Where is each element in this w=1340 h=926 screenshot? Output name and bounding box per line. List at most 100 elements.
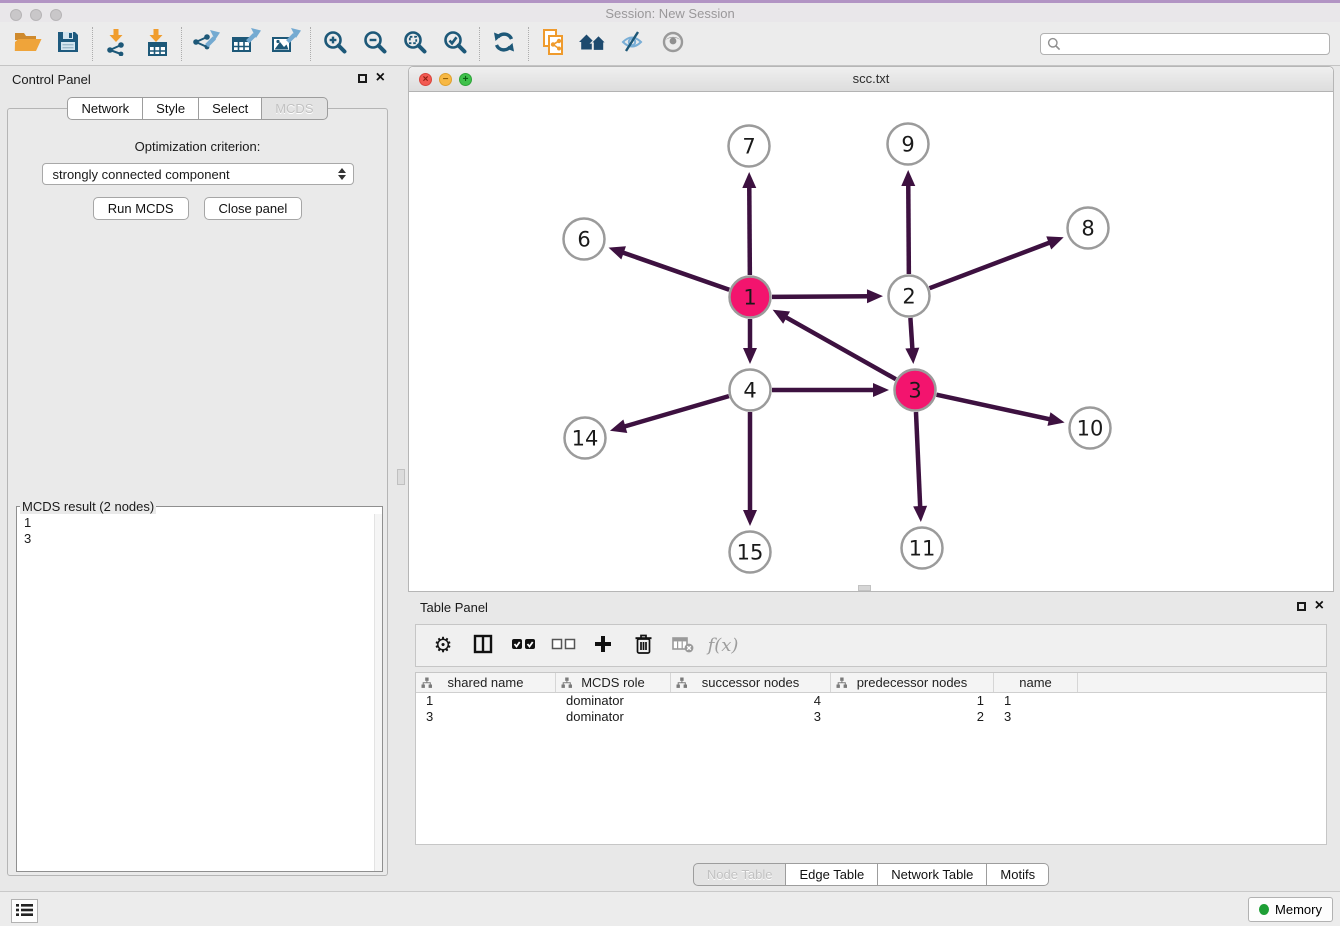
graph-node-14[interactable]: 14 (565, 418, 606, 459)
float-table-panel-icon[interactable] (1297, 602, 1306, 611)
export-network-button[interactable] (186, 25, 226, 63)
toolbar-separator (92, 27, 93, 61)
show-columns-button[interactable] (468, 629, 498, 663)
clone-network-button[interactable] (533, 25, 573, 63)
clone-network-icon (540, 28, 566, 59)
graph-node-15[interactable]: 15 (730, 532, 771, 573)
tab-network-table[interactable]: Network Table (878, 863, 987, 886)
delete-column-button[interactable] (628, 629, 658, 663)
graph-node-8[interactable]: 8 (1068, 208, 1109, 249)
import-table-button[interactable] (137, 25, 177, 63)
network-window-title: scc.txt (409, 71, 1333, 86)
hide-eye-button[interactable] (613, 25, 653, 63)
control-panel: Control Panel × NetworkStyleSelectMCDS O… (0, 66, 395, 891)
graph-node-7[interactable]: 7 (729, 126, 770, 167)
table-cell[interactable]: 1 (831, 693, 994, 709)
graph-node-1[interactable]: 1 (730, 277, 771, 318)
table-row[interactable]: 3dominator323 (416, 709, 1326, 725)
graph-edge-3-10[interactable] (936, 395, 1064, 426)
import-network-icon (103, 28, 131, 59)
column-header-successor-nodes[interactable]: successor nodes (671, 673, 831, 692)
task-history-button[interactable] (11, 899, 38, 923)
graph-edge-1-4[interactable] (743, 319, 757, 364)
table-cell[interactable]: 1 (416, 693, 556, 709)
zoom-fit-button[interactable] (395, 25, 435, 63)
zoom-out-button[interactable] (355, 25, 395, 63)
tab-edge-table[interactable]: Edge Table (786, 863, 878, 886)
graph-node-11[interactable]: 11 (902, 528, 943, 569)
canvas-bottom-grip[interactable] (858, 585, 871, 591)
unselect-all-columns-button[interactable] (548, 629, 578, 663)
graph-edge-2-3[interactable] (905, 318, 919, 364)
graph-edge-1-7[interactable] (742, 172, 756, 275)
column-header-predecessor-nodes[interactable]: predecessor nodes (831, 673, 994, 692)
svg-text:4: 4 (743, 379, 756, 403)
apply-function-button[interactable]: f(x) (708, 629, 738, 663)
memory-button[interactable]: Memory (1248, 897, 1333, 922)
eye-slash-icon (618, 29, 648, 58)
graph-node-4[interactable]: 4 (730, 370, 771, 411)
tab-style[interactable]: Style (143, 97, 199, 120)
table-cell[interactable]: 3 (416, 709, 556, 725)
tab-mcds[interactable]: MCDS (262, 97, 327, 120)
import-network-button[interactable] (97, 25, 137, 63)
graph-edge-1-6[interactable] (609, 246, 730, 289)
refresh-layout-button[interactable] (484, 25, 524, 63)
export-table-button[interactable] (226, 25, 266, 63)
graph-edge-4-15[interactable] (743, 412, 757, 526)
graph-node-3[interactable]: 3 (895, 370, 936, 411)
delete-table-button[interactable] (668, 629, 698, 663)
graph-edge-1-2[interactable] (772, 289, 883, 303)
save-session-button[interactable] (48, 25, 88, 63)
graph-node-6[interactable]: 6 (564, 219, 605, 260)
graph-node-2[interactable]: 2 (889, 276, 930, 317)
table-cell[interactable]: 3 (671, 709, 831, 725)
zoom-in-button[interactable] (315, 25, 355, 63)
table-cell[interactable]: 1 (994, 693, 1078, 709)
graph-edge-4-14[interactable] (610, 396, 729, 433)
create-column-button[interactable] (588, 629, 618, 663)
tab-motifs[interactable]: Motifs (987, 863, 1049, 886)
graph-node-9[interactable]: 9 (888, 124, 929, 165)
plus-icon (593, 634, 613, 657)
zoom-selected-button[interactable] (435, 25, 475, 63)
column-header-MCDS-role[interactable]: MCDS role (556, 673, 671, 692)
splitter-grip[interactable] (397, 469, 405, 485)
run-mcds-button[interactable]: Run MCDS (93, 197, 189, 220)
select-all-columns-button[interactable] (508, 629, 538, 663)
mcds-result-text[interactable]: 1 3 (17, 514, 382, 548)
result-scrollbar[interactable] (374, 514, 382, 871)
optimization-criterion-dropdown[interactable]: strongly connected component (42, 163, 354, 185)
graph-node-10[interactable]: 10 (1070, 408, 1111, 449)
table-cell[interactable]: dominator (556, 693, 671, 709)
table-cell[interactable]: dominator (556, 709, 671, 725)
graph-edge-2-8[interactable] (930, 236, 1064, 288)
search-input[interactable] (1040, 33, 1330, 55)
column-header-name[interactable]: name (994, 673, 1078, 692)
table-settings-button[interactable]: ⚙ (428, 629, 458, 663)
graph-edge-3-1[interactable] (773, 310, 896, 379)
tab-node-table[interactable]: Node Table (693, 863, 787, 886)
table-cell[interactable]: 3 (994, 709, 1078, 725)
table-cell[interactable]: 2 (831, 709, 994, 725)
tab-select[interactable]: Select (199, 97, 262, 120)
table-row[interactable]: 1dominator411 (416, 693, 1326, 709)
network-canvas[interactable]: 1 2 3 4 6 7 8 9 10 11 14 15 (409, 92, 1333, 591)
close-table-panel-icon[interactable]: × (1315, 601, 1324, 611)
float-panel-icon[interactable] (358, 74, 367, 83)
tab-network[interactable]: Network (67, 97, 143, 120)
graph-edge-4-3[interactable] (772, 383, 889, 397)
open-session-button[interactable] (8, 25, 48, 63)
export-image-button[interactable] (266, 25, 306, 63)
close-panel-icon[interactable]: × (376, 73, 385, 83)
show-eye-button[interactable] (653, 25, 693, 63)
graph-edge-2-9[interactable] (901, 170, 915, 274)
dropdown-stepper-icon (338, 168, 346, 180)
table-cell[interactable]: 4 (671, 693, 831, 709)
graph-edge-3-11[interactable] (913, 412, 927, 522)
column-header-shared-name[interactable]: shared name (416, 673, 556, 692)
vertical-splitter[interactable] (395, 66, 408, 891)
mcds-result-box: MCDS result (2 nodes) 1 3 (16, 499, 383, 872)
close-panel-button[interactable]: Close panel (204, 197, 303, 220)
houses-button[interactable] (573, 25, 613, 63)
